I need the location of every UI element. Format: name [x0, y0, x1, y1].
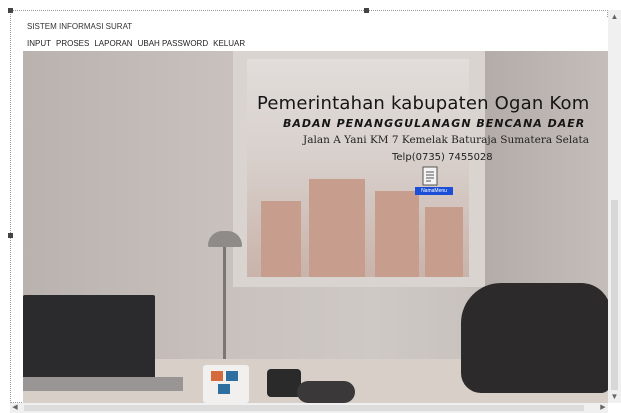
horizontal-scroll-thumb[interactable]	[24, 405, 584, 411]
photo-mug-pattern	[226, 371, 238, 381]
main-window: SISTEM INFORMASI SURAT INPUT PROSES LAPO…	[23, 18, 608, 403]
menu-laporan[interactable]: LAPORAN	[94, 36, 132, 51]
photo-building	[375, 191, 419, 277]
photo-building	[425, 207, 463, 277]
scroll-up-icon[interactable]: ▲	[608, 10, 621, 23]
photo-camera-lens	[267, 369, 301, 397]
menu-proses[interactable]: PROSES	[56, 36, 89, 51]
resize-handle-top[interactable]	[364, 8, 369, 13]
photo-laptop	[23, 295, 155, 381]
scroll-left-icon[interactable]: ◀	[10, 403, 20, 413]
window-title: SISTEM INFORMASI SURAT	[23, 18, 608, 36]
menu-ubah-password[interactable]: UBAH PASSWORD	[138, 36, 209, 51]
photo-mug-pattern	[218, 384, 230, 394]
menu-input[interactable]: INPUT	[27, 36, 51, 51]
photo-building	[309, 179, 365, 277]
photo-camera-lens	[297, 381, 355, 403]
menu-keluar[interactable]: KELUAR	[213, 36, 245, 51]
header-subtitle: BADAN PENANGGULANAGN BENCANA DAER	[283, 117, 586, 130]
photo-mug-pattern	[211, 371, 223, 381]
scroll-right-icon[interactable]: ▶	[598, 403, 608, 413]
photo-lamp-pole	[223, 247, 226, 359]
vertical-scroll-thumb[interactable]	[611, 200, 618, 390]
resize-handle-left[interactable]	[8, 233, 13, 238]
photo-laptop-base	[23, 377, 183, 391]
vertical-scrollbar[interactable]: ▲ ▼	[608, 10, 621, 403]
header-title: Pemerintahan kabupaten Ogan Kom	[257, 93, 590, 114]
document-icon[interactable]	[421, 166, 439, 186]
header-address: Jalan A Yani KM 7 Kemelak Baturaja Sumat…	[303, 134, 589, 146]
header-telephone: Telp(0735) 7455028	[392, 152, 493, 163]
horizontal-scrollbar[interactable]: ◀ ▶	[10, 403, 608, 413]
document-icon-caption[interactable]: NamaMenu	[415, 187, 453, 195]
scroll-down-icon[interactable]: ▼	[608, 390, 621, 403]
resize-handle-top-left[interactable]	[8, 8, 13, 13]
photo-lamp-shade	[208, 231, 242, 247]
photo-backpack	[461, 283, 608, 393]
photo-building	[261, 201, 301, 277]
menu-bar: INPUT PROSES LAPORAN UBAH PASSWORD KELUA…	[23, 36, 608, 51]
